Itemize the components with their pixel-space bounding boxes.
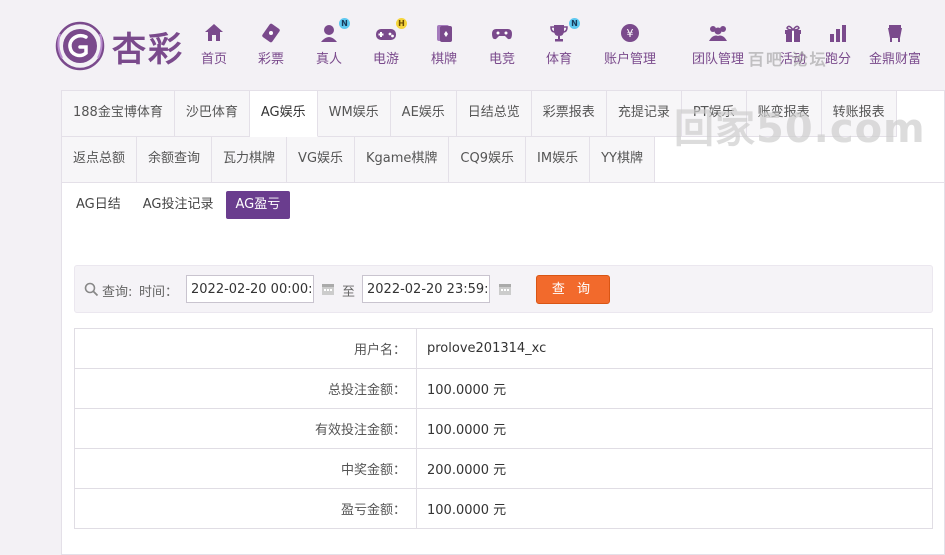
- row-key: 总投注金额：: [74, 368, 417, 409]
- row-key: 盈亏金额：: [74, 488, 417, 529]
- tab-yy-cards[interactable]: YY棋牌: [590, 137, 655, 183]
- tab-rebate-total[interactable]: 返点总额: [62, 137, 138, 183]
- nav-esports[interactable]: 电竞: [489, 22, 515, 67]
- nav-team[interactable]: 团队管理: [692, 22, 744, 67]
- calendar-icon[interactable]: [498, 282, 512, 296]
- row-value: 100.0000 元: [416, 408, 933, 449]
- hot-badge-icon: H: [396, 18, 408, 29]
- row-key: 中奖金额：: [74, 448, 417, 489]
- calendar-icon[interactable]: [321, 282, 335, 296]
- nav-label: 体育: [546, 52, 573, 67]
- nav-promo[interactable]: 活动: [780, 22, 806, 67]
- query-label: 查询:: [102, 285, 133, 300]
- nav-home[interactable]: 首页: [201, 22, 227, 67]
- table-row: 有效投注金额： 100.0000 元: [74, 408, 933, 449]
- account-icon: ¥: [621, 24, 639, 42]
- tab-balance-query[interactable]: 余额查询: [137, 137, 213, 183]
- tab-wm[interactable]: WM娱乐: [317, 91, 391, 137]
- subtab-ag-daily[interactable]: AG日结: [66, 191, 131, 219]
- row-value: 100.0000 元: [416, 488, 933, 529]
- cards-icon: [437, 25, 452, 42]
- team-icon: [709, 26, 727, 41]
- main-nav: 首页 彩票 N 真人 H 电游 棋牌 电竞 N 体育 ¥ 账户管理 团队管理 活…: [0, 18, 945, 72]
- new-badge-icon: N: [339, 18, 351, 29]
- nav-account[interactable]: ¥ 账户管理: [604, 22, 656, 67]
- site-header: 杏彩 首页 彩票 N 真人 H 电游 棋牌 电竞 N 体育 ¥ 账户管理 团队管…: [0, 0, 945, 90]
- tab-im[interactable]: IM娱乐: [526, 137, 591, 183]
- nav-live[interactable]: N 真人: [316, 18, 351, 67]
- table-row: 总投注金额： 100.0000 元: [74, 368, 933, 409]
- nav-egames[interactable]: H 电游: [373, 18, 408, 67]
- nav-lottery[interactable]: 彩票: [258, 22, 284, 67]
- nav-label: 电竞: [489, 52, 516, 67]
- live-dealer-icon: [321, 25, 337, 42]
- nav-label: 电游: [373, 52, 400, 67]
- row-key: 有效投注金额：: [74, 408, 417, 449]
- query-button[interactable]: 查 询: [536, 275, 610, 304]
- row-value: 100.0000 元: [416, 368, 933, 409]
- nav-label: 首页: [201, 52, 228, 67]
- gift-icon: [785, 25, 801, 42]
- table-row: 中奖金额： 200.0000 元: [74, 448, 933, 489]
- subtab-ag-bet-records[interactable]: AG投注记录: [133, 191, 224, 219]
- tab-lottery-report[interactable]: 彩票报表: [531, 91, 607, 137]
- tab-balance-change-report[interactable]: 账变报表: [746, 91, 822, 137]
- start-time-input[interactable]: [186, 275, 314, 303]
- lottery-icon: [262, 23, 280, 43]
- table-row: 用户名： prolove201314_xc: [74, 328, 933, 369]
- gamepad-icon: [376, 29, 396, 40]
- query-bar: 查询: 时间： 至 查 询: [74, 265, 933, 313]
- nav-cards[interactable]: 棋牌: [431, 22, 457, 67]
- to-label: 至: [342, 285, 356, 300]
- row-value: prolove201314_xc: [416, 328, 933, 369]
- time-label: 时间：: [139, 285, 179, 300]
- chart-icon: [830, 25, 846, 42]
- nav-label: 棋牌: [431, 52, 458, 67]
- new-badge-icon: N: [569, 18, 581, 29]
- tab-188-sports[interactable]: 188金宝博体育: [62, 91, 175, 137]
- tab-saba-sports[interactable]: 沙巴体育: [174, 91, 250, 137]
- nav-label: 团队管理: [692, 52, 745, 67]
- nav-label: 跑分: [825, 52, 852, 67]
- nav-sports[interactable]: N 体育: [546, 18, 581, 67]
- nav-label: 账户管理: [604, 52, 657, 67]
- report-panel: 188金宝博体育 沙巴体育 AG娱乐 WM娱乐 AE娱乐 日结总览 彩票报表 充…: [61, 90, 945, 555]
- search-icon: [84, 282, 99, 297]
- tab-row-1: 188金宝博体育 沙巴体育 AG娱乐 WM娱乐 AE娱乐 日结总览 彩票报表 充…: [62, 91, 945, 137]
- tab-row-2: 返点总额 余额查询 瓦力棋牌 VG娱乐 Kgame棋牌 CQ9娱乐 IM娱乐 Y…: [62, 137, 945, 183]
- profit-loss-table: 用户名： prolove201314_xc 总投注金额： 100.0000 元 有效…: [74, 328, 933, 529]
- subtab-ag-profit-loss[interactable]: AG盈亏: [225, 191, 291, 219]
- esports-icon: [492, 29, 512, 40]
- tab-wali-cards[interactable]: 瓦力棋牌: [212, 137, 288, 183]
- tab-kgame[interactable]: Kgame棋牌: [355, 137, 450, 183]
- nav-running-score[interactable]: 跑分: [825, 22, 851, 67]
- tab-cq9[interactable]: CQ9娱乐: [449, 137, 527, 183]
- trophy-icon: [550, 25, 568, 42]
- tab-pt[interactable]: PT娱乐: [681, 91, 747, 137]
- wealth-icon: [888, 25, 902, 42]
- home-icon: [205, 24, 223, 41]
- tab-ae[interactable]: AE娱乐: [390, 91, 457, 137]
- sub-tabs: AG日结 AG投注记录 AG盈亏: [66, 191, 292, 219]
- nav-label: 活动: [780, 52, 807, 67]
- nav-label: 彩票: [258, 52, 285, 67]
- row-key: 用户名：: [74, 328, 417, 369]
- tab-vg[interactable]: VG娱乐: [287, 137, 356, 183]
- nav-label: 金鼎财富: [869, 52, 922, 67]
- tab-ag[interactable]: AG娱乐: [249, 91, 318, 137]
- tab-daily-overview[interactable]: 日结总览: [456, 91, 532, 137]
- nav-label: 真人: [316, 52, 343, 67]
- divider: [62, 182, 945, 183]
- end-time-input[interactable]: [362, 275, 490, 303]
- tab-deposit-withdraw[interactable]: 充提记录: [606, 91, 682, 137]
- nav-wealth[interactable]: 金鼎财富: [869, 22, 921, 67]
- row-value: 200.0000 元: [416, 448, 933, 489]
- tab-transfer-report[interactable]: 转账报表: [821, 91, 897, 137]
- svg-text:¥: ¥: [627, 27, 634, 40]
- table-row: 盈亏金额： 100.0000 元: [74, 488, 933, 529]
- report-tabs: 188金宝博体育 沙巴体育 AG娱乐 WM娱乐 AE娱乐 日结总览 彩票报表 充…: [62, 91, 945, 183]
